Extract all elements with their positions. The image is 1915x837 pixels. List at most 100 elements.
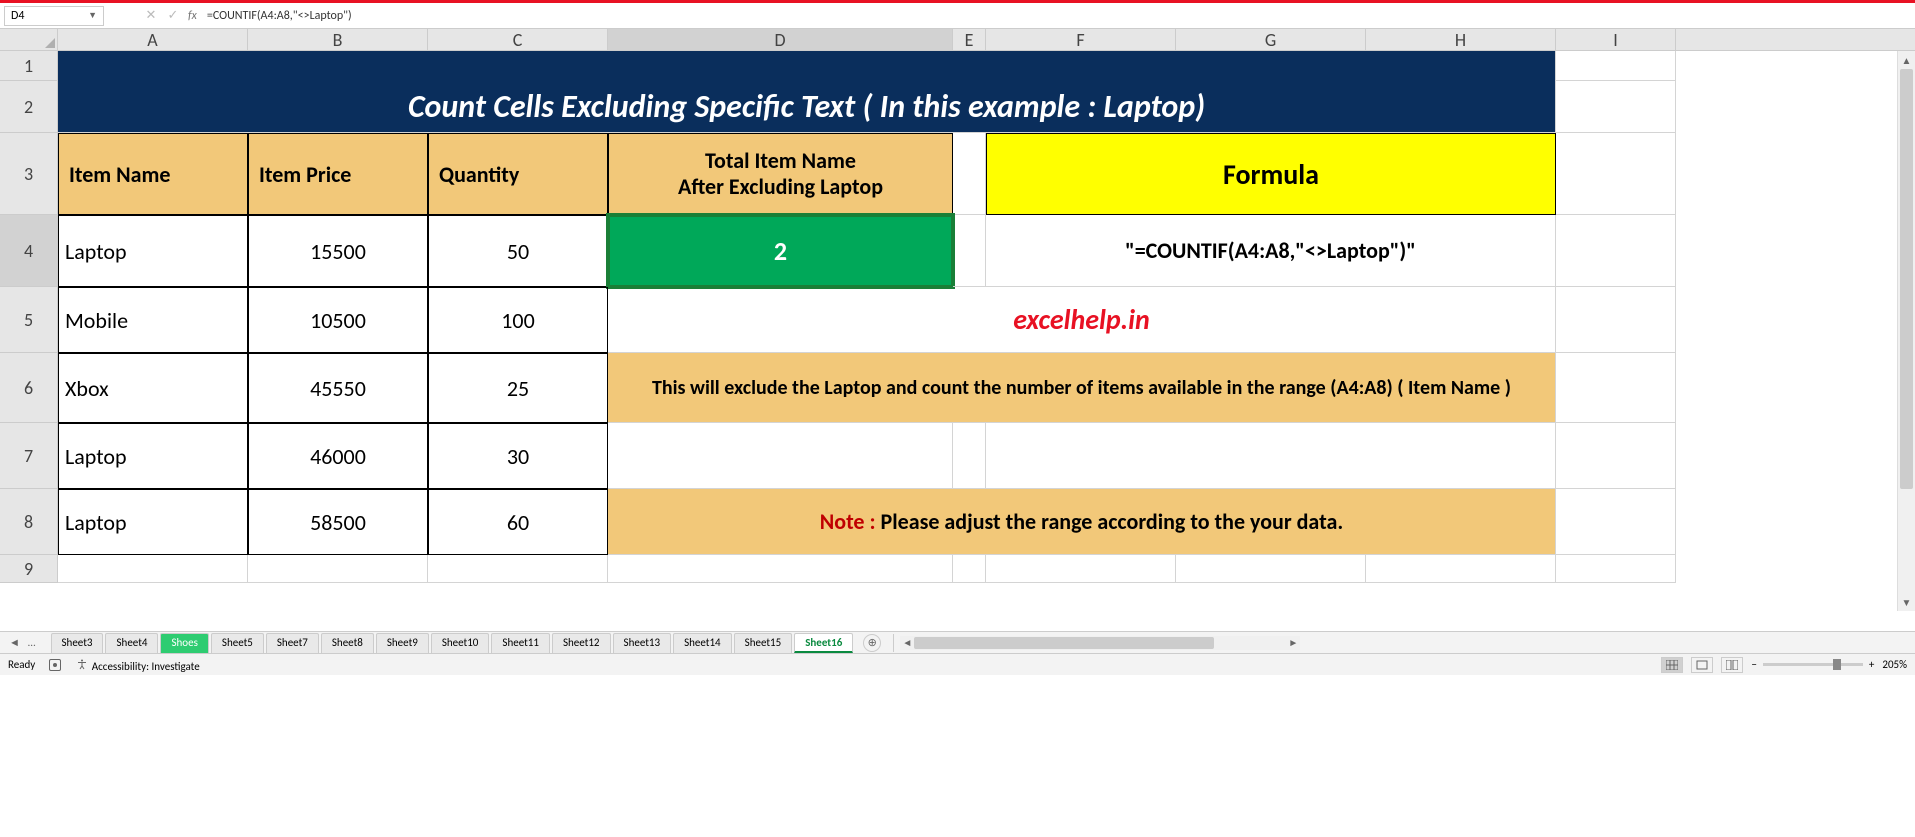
- cell-H9[interactable]: [1366, 555, 1556, 583]
- column-header-D[interactable]: D: [608, 29, 953, 50]
- row-header-5[interactable]: 5: [0, 287, 58, 353]
- tab-sheet3[interactable]: Sheet3: [51, 633, 104, 653]
- column-header-B[interactable]: B: [248, 29, 428, 50]
- tab-sheet16[interactable]: Sheet16: [794, 633, 853, 653]
- row-header-4[interactable]: 4: [0, 215, 58, 287]
- tab-sheet11[interactable]: Sheet11: [491, 633, 550, 653]
- scroll-thumb[interactable]: [1900, 69, 1913, 489]
- cell-C7[interactable]: 30: [428, 423, 608, 489]
- cell-F7[interactable]: [986, 423, 1556, 489]
- zoom-slider[interactable]: − +: [1751, 658, 1874, 671]
- cell-E3[interactable]: [953, 133, 986, 215]
- cell-I7[interactable]: [1556, 423, 1676, 489]
- cell-D7[interactable]: [608, 423, 953, 489]
- cell-I6[interactable]: [1556, 353, 1676, 423]
- title-banner[interactable]: [58, 51, 1556, 81]
- tab-sheet8[interactable]: Sheet8: [321, 633, 374, 653]
- cell-A7[interactable]: Laptop: [58, 423, 248, 489]
- cell-I5[interactable]: [1556, 287, 1676, 353]
- zoom-level[interactable]: 205%: [1882, 658, 1907, 671]
- cell-A6[interactable]: Xbox: [58, 353, 248, 423]
- title-banner-text[interactable]: Count Cells Excluding Specific Text ( In…: [58, 81, 1556, 133]
- enter-icon[interactable]: ✓: [166, 9, 180, 23]
- tab-nav-dots-icon[interactable]: …: [25, 636, 39, 649]
- cell-E9[interactable]: [953, 555, 986, 583]
- scroll-left-icon[interactable]: ◄: [900, 636, 914, 649]
- cell-E4[interactable]: [953, 215, 986, 287]
- row-header-2[interactable]: 2: [0, 81, 58, 133]
- header-quantity[interactable]: Quantity: [428, 133, 608, 215]
- chevron-down-icon[interactable]: ▼: [88, 10, 97, 21]
- accessibility-status[interactable]: Accessibility: Investigate: [75, 657, 199, 673]
- tab-sheet12[interactable]: Sheet12: [552, 633, 611, 653]
- watermark-text[interactable]: excelhelp.in: [608, 287, 1556, 353]
- cell-B5[interactable]: 10500: [248, 287, 428, 353]
- tab-sheet9[interactable]: Sheet9: [376, 633, 429, 653]
- cell-D9[interactable]: [608, 555, 953, 583]
- row-header-7[interactable]: 7: [0, 423, 58, 489]
- note-text[interactable]: Note : Please adjust the range according…: [608, 489, 1556, 555]
- cell-A5[interactable]: Mobile: [58, 287, 248, 353]
- explanation-text[interactable]: This will exclude the Laptop and count t…: [608, 353, 1556, 423]
- column-header-E[interactable]: E: [953, 29, 986, 50]
- cell-B7[interactable]: 46000: [248, 423, 428, 489]
- tab-nav-prev-icon[interactable]: ◄: [6, 636, 23, 649]
- column-header-H[interactable]: H: [1366, 29, 1556, 50]
- add-sheet-button[interactable]: ⊕: [863, 634, 881, 652]
- column-header-A[interactable]: A: [58, 29, 248, 50]
- scroll-right-icon[interactable]: ►: [1286, 636, 1300, 649]
- tab-sheet14[interactable]: Sheet14: [673, 633, 732, 653]
- cell-I8[interactable]: [1556, 489, 1676, 555]
- tab-sheet7[interactable]: Sheet7: [266, 633, 319, 653]
- row-header-1[interactable]: 1: [0, 51, 58, 81]
- page-layout-view-button[interactable]: [1691, 657, 1713, 673]
- cell-F9[interactable]: [986, 555, 1176, 583]
- cell-E7[interactable]: [953, 423, 986, 489]
- cell-I9[interactable]: [1556, 555, 1676, 583]
- zoom-thumb[interactable]: [1833, 659, 1841, 670]
- page-break-view-button[interactable]: [1721, 657, 1743, 673]
- fx-icon[interactable]: fx: [188, 9, 197, 23]
- tab-sheet5[interactable]: Sheet5: [211, 633, 264, 653]
- cancel-icon[interactable]: ✕: [144, 9, 158, 23]
- header-total-after[interactable]: Total Item NameAfter Excluding Laptop: [608, 133, 953, 215]
- horizontal-scrollbar[interactable]: ◄ ►: [900, 636, 1300, 650]
- cell-C5[interactable]: 100: [428, 287, 608, 353]
- row-header-3[interactable]: 3: [0, 133, 58, 215]
- formula-display[interactable]: "=COUNTIF(A4:A8,"<>Laptop")": [986, 215, 1556, 287]
- scroll-up-icon[interactable]: ▲: [1898, 51, 1915, 69]
- cell-I4[interactable]: [1556, 215, 1676, 287]
- column-header-I[interactable]: I: [1556, 29, 1676, 50]
- row-header-8[interactable]: 8: [0, 489, 58, 555]
- macro-record-icon[interactable]: [49, 659, 61, 671]
- tab-shoes[interactable]: Shoes: [160, 633, 208, 653]
- cell-C8[interactable]: 60: [428, 489, 608, 555]
- header-item-name[interactable]: Item Name: [58, 133, 248, 215]
- cell-I1[interactable]: [1556, 51, 1676, 81]
- column-header-C[interactable]: C: [428, 29, 608, 50]
- hscroll-thumb[interactable]: [914, 637, 1214, 649]
- cell-B6[interactable]: 45550: [248, 353, 428, 423]
- cell-B4[interactable]: 15500: [248, 215, 428, 287]
- zoom-out-button[interactable]: −: [1751, 658, 1756, 671]
- cell-A8[interactable]: Laptop: [58, 489, 248, 555]
- cell-A4[interactable]: Laptop: [58, 215, 248, 287]
- cell-A9[interactable]: [58, 555, 248, 583]
- cell-C6[interactable]: 25: [428, 353, 608, 423]
- column-header-G[interactable]: G: [1176, 29, 1366, 50]
- cell-I3[interactable]: [1556, 133, 1676, 215]
- select-all-button[interactable]: [0, 29, 58, 50]
- cell-C4[interactable]: 50: [428, 215, 608, 287]
- cell-I2[interactable]: [1556, 81, 1676, 133]
- scroll-down-icon[interactable]: ▼: [1898, 593, 1915, 611]
- row-header-6[interactable]: 6: [0, 353, 58, 423]
- tab-sheet10[interactable]: Sheet10: [431, 633, 490, 653]
- header-formula[interactable]: Formula: [986, 133, 1556, 215]
- cell-B9[interactable]: [248, 555, 428, 583]
- name-box[interactable]: D4 ▼: [4, 6, 104, 26]
- tab-sheet13[interactable]: Sheet13: [613, 633, 672, 653]
- cell-G9[interactable]: [1176, 555, 1366, 583]
- header-item-price[interactable]: Item Price: [248, 133, 428, 215]
- cell-C9[interactable]: [428, 555, 608, 583]
- row-header-9[interactable]: 9: [0, 555, 58, 583]
